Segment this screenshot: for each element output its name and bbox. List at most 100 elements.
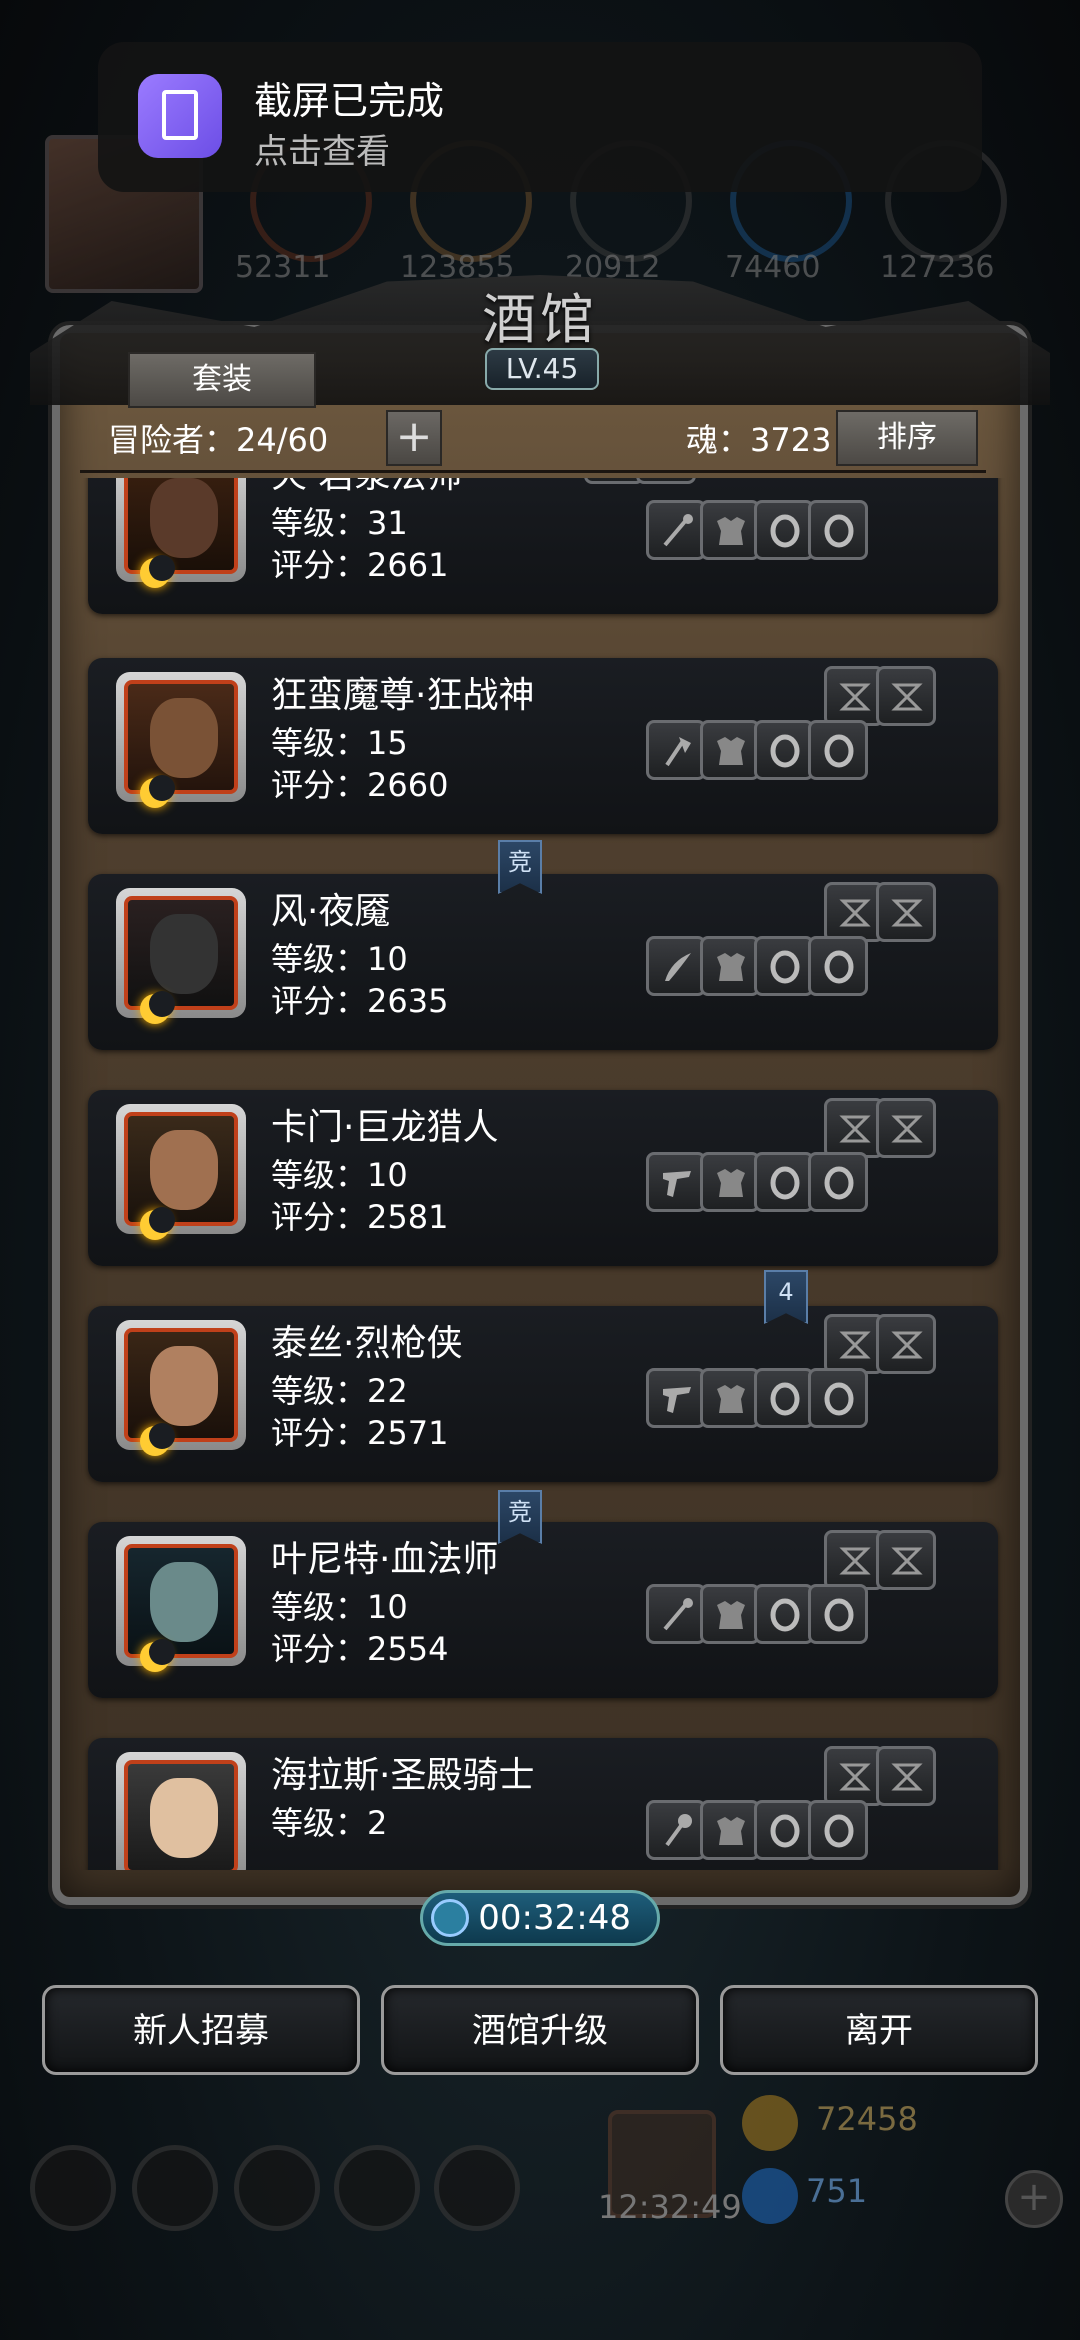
armor-icon[interactable]: [700, 1368, 760, 1428]
moon-icon: [140, 775, 175, 808]
hero-card[interactable]: 泰丝·烈枪侠 等级：22 评分：2571: [88, 1306, 998, 1482]
add-currency-button[interactable]: +: [1005, 2170, 1063, 2228]
castle-icon[interactable]: [234, 2145, 320, 2231]
ring-icon[interactable]: [808, 1152, 868, 1212]
accessory-slot-icon[interactable]: [876, 1314, 936, 1374]
hero-portrait: [116, 478, 246, 582]
accessory-slot-icon[interactable]: [876, 882, 936, 942]
hero-score: 评分：2581: [271, 1198, 449, 1236]
accessory-slot-icon[interactable]: [824, 1530, 884, 1590]
hero-level: 等级：2: [271, 1804, 388, 1842]
suit-button[interactable]: 套装: [128, 352, 316, 408]
ring-icon[interactable]: [754, 1584, 814, 1644]
ring-icon[interactable]: [808, 1800, 868, 1860]
hero-card[interactable]: 火·岩浆法师 等级：31 评分：2661: [88, 478, 998, 614]
hero-score: 评分：2571: [271, 1414, 449, 1452]
ring-icon[interactable]: [754, 500, 814, 560]
settings-icon[interactable]: [30, 2145, 116, 2231]
accessory-slot-icon[interactable]: [824, 666, 884, 726]
gun-icon[interactable]: [646, 1368, 706, 1428]
ring-icon[interactable]: [808, 1368, 868, 1428]
hero-level: 等级：10: [271, 1588, 408, 1626]
soul-count: 魂：3723: [686, 421, 832, 459]
ring-icon[interactable]: [754, 720, 814, 780]
accessory-slot-icon[interactable]: [876, 1530, 936, 1590]
gold-amount: 72458: [816, 2100, 918, 2138]
gem-amount: 751: [806, 2172, 868, 2210]
accessory-slot-icon[interactable]: [876, 1746, 936, 1806]
moon-icon: [140, 1423, 175, 1456]
hero-portrait: [116, 1536, 246, 1666]
hero-level: 等级：10: [271, 940, 408, 978]
hero-score: 评分：2660: [271, 766, 449, 804]
hero-portrait: [116, 1752, 246, 1870]
accessory-slot-icon[interactable]: [824, 1746, 884, 1806]
hero-card[interactable]: 叶尼特·血法师 等级：10 评分：2554: [88, 1522, 998, 1698]
armor-icon[interactable]: [700, 1152, 760, 1212]
shop-icon[interactable]: [434, 2145, 520, 2231]
hero-name: 狂蛮魔尊·狂战神: [271, 675, 535, 716]
armor-icon[interactable]: [700, 500, 760, 560]
moon-icon: [140, 1639, 175, 1672]
gift-timer: 12:32:49: [598, 2188, 742, 2226]
moon-icon: [140, 991, 175, 1024]
notification-title: 截屏已完成: [254, 79, 445, 123]
hero-level: 等级：22: [271, 1372, 408, 1410]
armor-icon[interactable]: [700, 936, 760, 996]
gem-icon: [742, 2168, 798, 2224]
armor-icon[interactable]: [700, 720, 760, 780]
hero-card[interactable]: 风·夜魇 等级：10 评分：2635: [88, 874, 998, 1050]
armor-icon[interactable]: [700, 1584, 760, 1644]
hero-card[interactable]: 狂蛮魔尊·狂战神 等级：15 评分：2660: [88, 658, 998, 834]
staff-icon[interactable]: [646, 500, 706, 560]
hero-portrait: [116, 1320, 246, 1450]
ring-icon[interactable]: [808, 720, 868, 780]
ring-icon[interactable]: [754, 1152, 814, 1212]
accessory-slot-icon[interactable]: [824, 882, 884, 942]
hero-level: 等级：10: [271, 1156, 408, 1194]
leave-button[interactable]: 离开: [720, 1985, 1038, 2075]
panel-title: 酒馆: [482, 288, 598, 351]
accessory-slot-icon[interactable]: [636, 478, 696, 484]
adventurer-count: 冒险者：24/60: [108, 421, 329, 459]
sword-icon[interactable]: [646, 936, 706, 996]
refresh-timer: 00:32:48: [420, 1890, 660, 1946]
staff-icon[interactable]: [646, 1584, 706, 1644]
hero-name: 叶尼特·血法师: [271, 1539, 499, 1580]
add-slot-button[interactable]: +: [386, 410, 442, 466]
hero-list[interactable]: 火·岩浆法师 等级：31 评分：2661 狂蛮魔尊·狂战神 等级：15 评分：2…: [60, 478, 1020, 1870]
armor-icon[interactable]: [700, 1800, 760, 1860]
sort-button[interactable]: 排序: [836, 410, 978, 466]
ring-icon[interactable]: [808, 1584, 868, 1644]
axe-icon[interactable]: [646, 720, 706, 780]
ring-icon[interactable]: [808, 936, 868, 996]
hero-score: 评分：2661: [271, 546, 449, 584]
hero-portrait: [116, 672, 246, 802]
ring-icon[interactable]: [754, 1800, 814, 1860]
star-icon[interactable]: [132, 2145, 218, 2231]
accessory-slot-icon[interactable]: [876, 1098, 936, 1158]
notification-subtitle: 点击查看: [254, 132, 390, 172]
mace-icon[interactable]: [646, 1800, 706, 1860]
recruit-button[interactable]: 新人招募: [42, 1985, 360, 2075]
accessory-slot-icon[interactable]: [824, 1098, 884, 1158]
hero-card[interactable]: 卡门·巨龙猎人 等级：10 评分：2581: [88, 1090, 998, 1266]
gold-icon: [742, 2095, 798, 2151]
accessory-slot-icon[interactable]: [824, 1314, 884, 1374]
gun-icon[interactable]: [646, 1152, 706, 1212]
ring-icon[interactable]: [754, 936, 814, 996]
accessory-slot-icon[interactable]: [876, 666, 936, 726]
ring-icon[interactable]: [808, 500, 868, 560]
hero-name: 卡门·巨龙猎人: [271, 1107, 499, 1148]
mail-icon[interactable]: [334, 2145, 420, 2231]
hero-level: 等级：15: [271, 724, 408, 762]
ring-icon[interactable]: [754, 1368, 814, 1428]
accessory-slot-icon[interactable]: [584, 478, 644, 484]
hero-name: 风·夜魇: [271, 891, 391, 932]
upgrade-tavern-button[interactable]: 酒馆升级: [381, 1985, 699, 2075]
hero-card[interactable]: 海拉斯·圣殿骑士 等级：2: [88, 1738, 998, 1870]
hero-name: 火·岩浆法师: [271, 478, 462, 498]
timer-text: 00:32:48: [478, 1898, 631, 1938]
screenshot-notification[interactable]: 截屏已完成 点击查看: [98, 42, 982, 192]
hero-score: 评分：2554: [271, 1630, 449, 1668]
